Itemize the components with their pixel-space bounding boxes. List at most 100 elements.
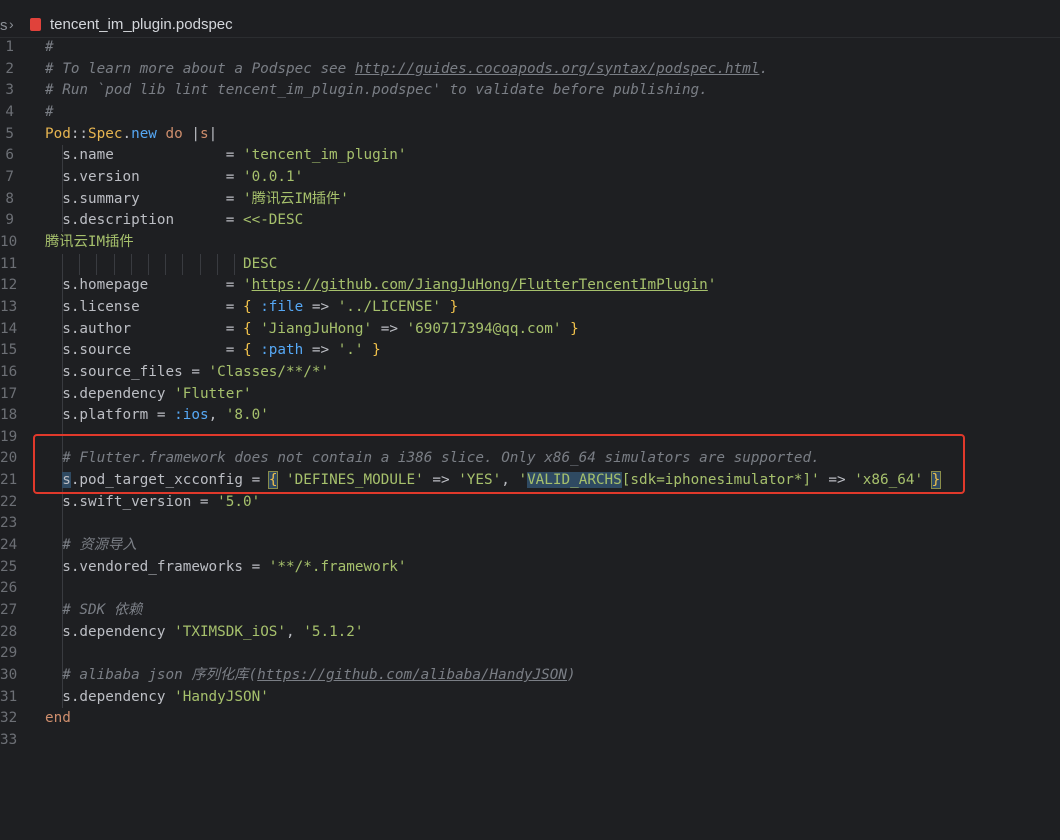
line-number: 10 bbox=[0, 233, 18, 250]
code-token: } bbox=[930, 471, 942, 490]
code-token: { bbox=[242, 342, 261, 359]
code-line[interactable]: 8 s.summary = '腾讯云IM插件' bbox=[0, 188, 1060, 211]
breadcrumb-parent[interactable]: s bbox=[0, 17, 8, 34]
code-line[interactable]: 25 s.vendored_frameworks = '**/*.framewo… bbox=[0, 556, 1060, 579]
code-token: https://github.com/JiangJuHong/FlutterTe… bbox=[251, 277, 708, 294]
code-token: ) bbox=[567, 667, 576, 684]
line-number: 29 bbox=[0, 645, 18, 662]
code-line[interactable]: 11 DESC bbox=[0, 253, 1060, 276]
code-token: '5.1.2' bbox=[303, 623, 364, 640]
code-text: s.dependency 'Flutter' bbox=[45, 384, 251, 406]
code-line[interactable]: 18 s.platform = :ios, '8.0' bbox=[0, 405, 1060, 427]
code-token: s.swift_version = bbox=[45, 493, 218, 510]
code-line[interactable]: 31 s.dependency 'HandyJSON' bbox=[0, 686, 1060, 709]
code-token: 'x86_64' bbox=[854, 472, 924, 489]
code-line[interactable]: 27 # SDK 依赖 bbox=[0, 600, 1060, 622]
code-token: :: bbox=[70, 125, 89, 142]
code-token: ' bbox=[518, 472, 528, 489]
code-line[interactable]: 16 s.source_files = 'Classes/**/*' bbox=[0, 361, 1060, 384]
code-line[interactable]: 6 s.name = 'tencent_im_plugin' bbox=[0, 145, 1060, 167]
code-editor[interactable]: 1 #2 # To learn more about a Podspec see h… bbox=[0, 37, 1060, 752]
code-token: s.author bbox=[45, 320, 226, 337]
line-number: 23 bbox=[0, 515, 18, 532]
code-line[interactable]: 7 s.version = '0.0.1' bbox=[0, 166, 1060, 189]
code-token: <<-DESC bbox=[242, 212, 304, 229]
code-line[interactable]: 14 s.author = { 'JiangJuHong' => '690717… bbox=[0, 318, 1060, 341]
code-text: # SDK 依赖 bbox=[45, 600, 142, 622]
code-token: = bbox=[225, 147, 243, 164]
code-text: s.homepage = 'https://github.com/JiangJu… bbox=[45, 275, 716, 297]
file-tab-title[interactable]: tencent_im_plugin.podspec bbox=[50, 16, 233, 33]
code-token: :ios bbox=[174, 407, 209, 424]
line-number: 25 bbox=[0, 558, 18, 575]
code-line[interactable]: 29 bbox=[0, 643, 1060, 666]
code-text: DESC bbox=[45, 254, 277, 276]
code-line[interactable]: 3 # Run `pod lib lint tencent_im_plugin.p… bbox=[0, 80, 1060, 102]
code-token: = bbox=[225, 168, 243, 185]
code-token: '../LICENSE' bbox=[337, 298, 441, 315]
code-line[interactable]: 26 bbox=[0, 578, 1060, 601]
code-token: s.source_files = bbox=[45, 363, 209, 380]
code-line[interactable]: 28 s.dependency 'TXIMSDK_iOS', '5.1.2' bbox=[0, 621, 1060, 644]
indent-guide bbox=[62, 513, 63, 536]
code-text: s.pod_target_xcconfig = { 'DEFINES_MODUL… bbox=[45, 470, 942, 492]
code-line[interactable]: 1 # bbox=[0, 37, 1060, 59]
code-line[interactable]: 30 # alibaba json 序列化库(https://github.co… bbox=[0, 665, 1060, 687]
code-line[interactable]: 10 腾讯云IM插件 bbox=[0, 232, 1060, 254]
line-number: 33 bbox=[0, 732, 18, 748]
code-line[interactable]: 9 s.description = <<-DESC bbox=[0, 210, 1060, 232]
code-token: s.dependency bbox=[45, 688, 175, 705]
code-line[interactable]: 17 s.dependency 'Flutter' bbox=[0, 383, 1060, 406]
code-text: s.vendored_frameworks = '**/*.framework' bbox=[45, 557, 407, 579]
code-line[interactable]: 20 # Flutter.framework does not contain … bbox=[0, 448, 1060, 471]
code-line[interactable]: 12 s.homepage = 'https://github.com/Jian… bbox=[0, 275, 1060, 297]
code-line[interactable]: 13 s.license = { :file => '../LICENSE' } bbox=[0, 296, 1060, 319]
code-line[interactable]: 15 s.source = { :path => '.' } bbox=[0, 340, 1060, 362]
code-token: s.platform = bbox=[45, 407, 175, 424]
code-text: # alibaba json 序列化库(https://github.com/a… bbox=[45, 665, 576, 687]
code-token: { bbox=[242, 320, 261, 337]
code-token: , bbox=[501, 472, 519, 489]
code-token: # Flutter.framework does not contain a i… bbox=[62, 450, 820, 467]
code-token: s.homepage bbox=[45, 277, 226, 294]
code-token: s.vendored_frameworks = bbox=[45, 558, 269, 575]
code-line[interactable]: 4 # bbox=[0, 102, 1060, 124]
code-token: '0.0.1' bbox=[242, 168, 304, 185]
line-number: 20 bbox=[0, 450, 18, 467]
code-text: s.description = <<-DESC bbox=[45, 210, 303, 232]
line-number: 31 bbox=[0, 688, 18, 705]
line-number: 3 bbox=[5, 82, 14, 99]
code-token: # alibaba json 序列化库( bbox=[62, 667, 258, 684]
code-line[interactable]: 33 bbox=[0, 730, 1060, 752]
code-line[interactable]: 23 bbox=[0, 513, 1060, 536]
code-text: 腾讯云IM插件 bbox=[45, 232, 134, 254]
code-line[interactable]: 24 # 资源导入 bbox=[0, 535, 1060, 557]
line-number: 22 bbox=[0, 493, 18, 510]
code-token: => bbox=[372, 320, 407, 337]
code-token: .pod_target_xcconfig bbox=[70, 472, 252, 489]
code-token: } bbox=[561, 320, 579, 337]
indent-guide bbox=[62, 578, 63, 601]
code-line[interactable]: 21 s.pod_target_xcconfig = { 'DEFINES_MO… bbox=[0, 470, 1060, 492]
code-text: s.version = '0.0.1' bbox=[45, 167, 303, 189]
line-number: 30 bbox=[0, 667, 18, 684]
code-token: '**/*.framework' bbox=[268, 558, 407, 575]
code-line[interactable]: 5 Pod::Spec.new do |s| bbox=[0, 124, 1060, 146]
code-line[interactable]: 2 # To learn more about a Podspec see htt… bbox=[0, 59, 1060, 81]
line-number: 18 bbox=[0, 407, 18, 424]
code-line[interactable]: 19 bbox=[0, 426, 1060, 449]
code-token: ' bbox=[707, 277, 717, 294]
code-token: s.dependency bbox=[45, 385, 175, 402]
code-token: = bbox=[251, 472, 269, 489]
code-line[interactable]: 22 s.swift_version = '5.0' bbox=[0, 491, 1060, 514]
code-token: => bbox=[303, 298, 338, 315]
code-token: => bbox=[303, 342, 338, 359]
code-line[interactable]: 32 end bbox=[0, 708, 1060, 730]
code-token: = bbox=[225, 212, 243, 229]
code-token: 'TXIMSDK_iOS' bbox=[174, 623, 287, 640]
code-token: http://guides.cocoapods.org/syntax/podsp… bbox=[354, 60, 760, 77]
code-text: s.source = { :path => '.' } bbox=[45, 340, 381, 362]
indent-guide bbox=[62, 643, 63, 666]
